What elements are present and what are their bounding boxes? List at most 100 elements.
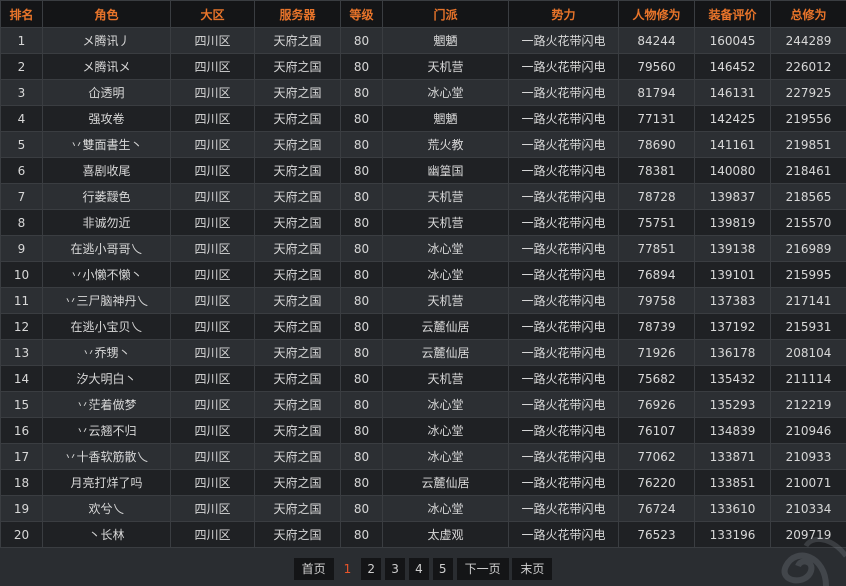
cell-rank: 19: [0, 495, 43, 522]
cell-character-cultivation: 77851: [618, 235, 695, 262]
cell-faction: 一路火花带闪电: [508, 443, 619, 470]
cell-character-cultivation: 78690: [618, 131, 695, 158]
cell-total-cultivation: 219556: [770, 105, 846, 132]
column-header-faction: 势力: [508, 0, 619, 28]
cell-level: 80: [340, 287, 383, 314]
cell-level: 80: [340, 521, 383, 548]
table-row: 15 丷茫着做梦 四川区 天府之国 80 冰心堂 一路火花带闪电 76926 135293 212…: [0, 391, 846, 418]
cell-region: 四川区: [170, 209, 255, 236]
cell-server: 天府之国: [254, 53, 341, 80]
cell-rank: 8: [0, 209, 43, 236]
cell-character: 行萎靉色: [42, 183, 171, 210]
cell-character-cultivation: 76926: [618, 391, 695, 418]
column-header-server: 服务器: [254, 0, 341, 28]
table-row: 12 在逃小宝贝乀 四川区 天府之国 80 云麓仙居 一路火花带闪电 78739 137192 2…: [0, 313, 846, 340]
cell-character: 在逃小宝贝乀: [42, 313, 171, 340]
cell-faction: 一路火花带闪电: [508, 287, 619, 314]
cell-total-cultivation: 215995: [770, 261, 846, 288]
cell-region: 四川区: [170, 79, 255, 106]
cell-total-cultivation: 210946: [770, 417, 846, 444]
cell-region: 四川区: [170, 521, 255, 548]
cell-rank: 3: [0, 79, 43, 106]
cell-faction: 一路火花带闪电: [508, 79, 619, 106]
cell-sect: 冰心堂: [382, 261, 509, 288]
table-row: 13 丷乔甥丶 四川区 天府之国 80 云麓仙居 一路火花带闪电 71926 136178 208…: [0, 339, 846, 366]
cell-total-cultivation: 215570: [770, 209, 846, 236]
cell-sect: 云麓仙居: [382, 469, 509, 496]
cell-faction: 一路火花带闪电: [508, 417, 619, 444]
cell-level: 80: [340, 339, 383, 366]
table-row: 18 月亮打烊了吗 四川区 天府之国 80 云麓仙居 一路火花带闪电 76220 133851 2…: [0, 469, 846, 496]
table-row: 5 丷雙面書生丶 四川区 天府之国 80 荒火教 一路火花带闪电 78690 141161 219…: [0, 131, 846, 158]
cell-region: 四川区: [170, 235, 255, 262]
cell-region: 四川区: [170, 53, 255, 80]
next-page-button[interactable]: 下一页: [455, 557, 510, 581]
cell-faction: 一路火花带闪电: [508, 261, 619, 288]
cell-faction: 一路火花带闪电: [508, 105, 619, 132]
cell-server: 天府之国: [254, 27, 341, 54]
cell-total-cultivation: 226012: [770, 53, 846, 80]
cell-sect: 冰心堂: [382, 495, 509, 522]
cell-total-cultivation: 219851: [770, 131, 846, 158]
cell-sect: 幽篁国: [382, 157, 509, 184]
cell-sect: 冰心堂: [382, 235, 509, 262]
cell-region: 四川区: [170, 495, 255, 522]
cell-character: 丷十香软筋散乀: [42, 443, 171, 470]
cell-rank: 5: [0, 131, 43, 158]
cell-faction: 一路火花带闪电: [508, 495, 619, 522]
cell-rank: 15: [0, 391, 43, 418]
cell-character: 仚透明: [42, 79, 171, 106]
page-3-button[interactable]: 3: [384, 557, 407, 581]
cell-equipment-score: 146131: [694, 79, 771, 106]
cell-server: 天府之国: [254, 495, 341, 522]
cell-server: 天府之国: [254, 339, 341, 366]
page-1-button[interactable]: 1: [336, 557, 358, 581]
column-header-sect: 门派: [382, 0, 509, 28]
cell-character-cultivation: 78728: [618, 183, 695, 210]
cell-character-cultivation: 81794: [618, 79, 695, 106]
cell-equipment-score: 135432: [694, 365, 771, 392]
cell-server: 天府之国: [254, 183, 341, 210]
cell-server: 天府之国: [254, 521, 341, 548]
cell-total-cultivation: 227925: [770, 79, 846, 106]
cell-rank: 17: [0, 443, 43, 470]
cell-equipment-score: 160045: [694, 27, 771, 54]
cell-character-cultivation: 78739: [618, 313, 695, 340]
page-2-button[interactable]: 2: [360, 557, 383, 581]
cell-rank: 2: [0, 53, 43, 80]
cell-character-cultivation: 75682: [618, 365, 695, 392]
table-row: 3 仚透明 四川区 天府之国 80 冰心堂 一路火花带闪电 81794 146131 227925: [0, 79, 846, 106]
cell-level: 80: [340, 131, 383, 158]
cell-region: 四川区: [170, 105, 255, 132]
cell-character-cultivation: 79560: [618, 53, 695, 80]
cell-region: 四川区: [170, 313, 255, 340]
table-row: 14 汐大明白丶 四川区 天府之国 80 天机营 一路火花带闪电 75682 135432 211…: [0, 365, 846, 392]
table-row: 9 在逃小哥哥乀 四川区 天府之国 80 冰心堂 一路火花带闪电 77851 139138 216…: [0, 235, 846, 262]
cell-region: 四川区: [170, 261, 255, 288]
cell-rank: 13: [0, 339, 43, 366]
cell-sect: 冰心堂: [382, 443, 509, 470]
cell-character-cultivation: 75751: [618, 209, 695, 236]
cell-faction: 一路火花带闪电: [508, 209, 619, 236]
cell-character: 强攻卷: [42, 105, 171, 132]
cell-character-cultivation: 76894: [618, 261, 695, 288]
page-4-button[interactable]: 4: [407, 557, 430, 581]
cell-sect: 云麓仙居: [382, 339, 509, 366]
cell-region: 四川区: [170, 417, 255, 444]
last-page-button[interactable]: 末页: [511, 557, 554, 581]
first-page-button[interactable]: 首页: [292, 557, 335, 581]
cell-server: 天府之国: [254, 443, 341, 470]
cell-rank: 20: [0, 521, 43, 548]
cell-server: 天府之国: [254, 287, 341, 314]
cell-level: 80: [340, 105, 383, 132]
cell-server: 天府之国: [254, 157, 341, 184]
page-5-button[interactable]: 5: [431, 557, 454, 581]
cell-level: 80: [340, 53, 383, 80]
cell-character: 丶长林: [42, 521, 171, 548]
cell-character: 非诚勿近: [42, 209, 171, 236]
cell-equipment-score: 139138: [694, 235, 771, 262]
cell-rank: 9: [0, 235, 43, 262]
cell-region: 四川区: [170, 183, 255, 210]
cell-level: 80: [340, 391, 383, 418]
cell-sect: 魍魉: [382, 105, 509, 132]
